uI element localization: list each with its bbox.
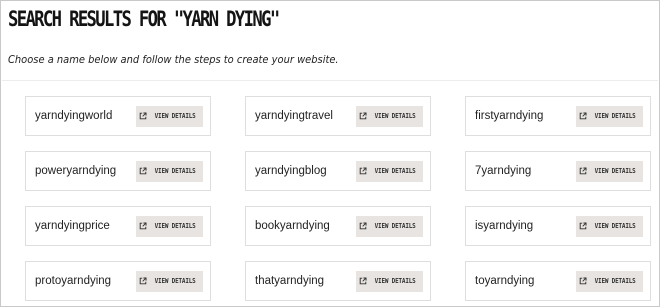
search-results-page: SEARCH RESULTS FOR "YARN DYING" Choose a… — [0, 0, 660, 307]
view-details-label: VIEW DETAILS — [595, 222, 636, 230]
result-card: yarndyingtravel VIEW DETAILS — [245, 96, 431, 136]
view-details-label: VIEW DETAILS — [595, 167, 636, 175]
result-name: yarndyingprice — [35, 220, 110, 232]
page-subtitle: Choose a name below and follow the steps… — [8, 53, 339, 66]
page-title: SEARCH RESULTS FOR "YARN DYING" — [8, 7, 280, 31]
view-details-button[interactable]: VIEW DETAILS — [576, 270, 643, 292]
view-details-button[interactable]: VIEW DETAILS — [356, 105, 423, 127]
view-details-button[interactable]: VIEW DETAILS — [576, 160, 643, 182]
external-link-icon — [580, 112, 587, 120]
external-link-icon — [360, 277, 367, 285]
external-link-icon — [360, 112, 367, 120]
external-link-icon — [580, 167, 587, 175]
view-details-button[interactable]: VIEW DETAILS — [136, 105, 203, 127]
external-link-icon — [140, 167, 147, 175]
view-details-button[interactable]: VIEW DETAILS — [576, 105, 643, 127]
external-link-icon — [140, 112, 147, 120]
view-details-button[interactable]: VIEW DETAILS — [136, 270, 203, 292]
view-details-label: VIEW DETAILS — [155, 277, 196, 285]
result-name: yarndyingblog — [255, 165, 327, 177]
result-card: protoyarndying VIEW DETAILS — [25, 261, 211, 301]
result-card: yarndyingprice VIEW DETAILS — [25, 206, 211, 246]
results-grid: yarndyingworld VIEW DETAILS yarndyingtrave… — [25, 96, 651, 301]
view-details-label: VIEW DETAILS — [595, 112, 636, 120]
view-details-label: VIEW DETAILS — [375, 277, 416, 285]
result-card: yarndyingblog VIEW DETAILS — [245, 151, 431, 191]
external-link-icon — [140, 277, 147, 285]
result-name: poweryarndying — [35, 165, 117, 177]
result-card: 7yarndying VIEW DETAILS — [465, 151, 651, 191]
view-details-label: VIEW DETAILS — [375, 222, 416, 230]
view-details-label: VIEW DETAILS — [155, 112, 196, 120]
view-details-label: VIEW DETAILS — [595, 277, 636, 285]
view-details-button[interactable]: VIEW DETAILS — [356, 160, 423, 182]
external-link-icon — [580, 222, 587, 230]
result-name: isyarndying — [475, 220, 534, 232]
result-card: toyarndying VIEW DETAILS — [465, 261, 651, 301]
result-name: yarndyingworld — [35, 110, 113, 122]
external-link-icon — [360, 167, 367, 175]
result-card: firstyarndying VIEW DETAILS — [465, 96, 651, 136]
result-card: isyarndying VIEW DETAILS — [465, 206, 651, 246]
result-name: 7yarndying — [475, 165, 532, 177]
view-details-button[interactable]: VIEW DETAILS — [136, 160, 203, 182]
view-details-label: VIEW DETAILS — [375, 112, 416, 120]
external-link-icon — [140, 222, 147, 230]
header-divider — [2, 80, 658, 81]
result-name: thatyarndying — [255, 275, 325, 287]
view-details-button[interactable]: VIEW DETAILS — [356, 270, 423, 292]
result-card: thatyarndying VIEW DETAILS — [245, 261, 431, 301]
view-details-button[interactable]: VIEW DETAILS — [356, 215, 423, 237]
result-name: protoyarndying — [35, 275, 112, 287]
view-details-button[interactable]: VIEW DETAILS — [136, 215, 203, 237]
view-details-label: VIEW DETAILS — [155, 222, 196, 230]
external-link-icon — [580, 277, 587, 285]
result-name: yarndyingtravel — [255, 110, 333, 122]
result-card: bookyarndying VIEW DETAILS — [245, 206, 431, 246]
result-name: bookyarndying — [255, 220, 330, 232]
view-details-label: VIEW DETAILS — [375, 167, 416, 175]
result-card: yarndyingworld VIEW DETAILS — [25, 96, 211, 136]
result-card: poweryarndying VIEW DETAILS — [25, 151, 211, 191]
external-link-icon — [360, 222, 367, 230]
result-name: toyarndying — [475, 275, 535, 287]
view-details-label: VIEW DETAILS — [155, 167, 196, 175]
result-name: firstyarndying — [475, 110, 544, 122]
view-details-button[interactable]: VIEW DETAILS — [576, 215, 643, 237]
